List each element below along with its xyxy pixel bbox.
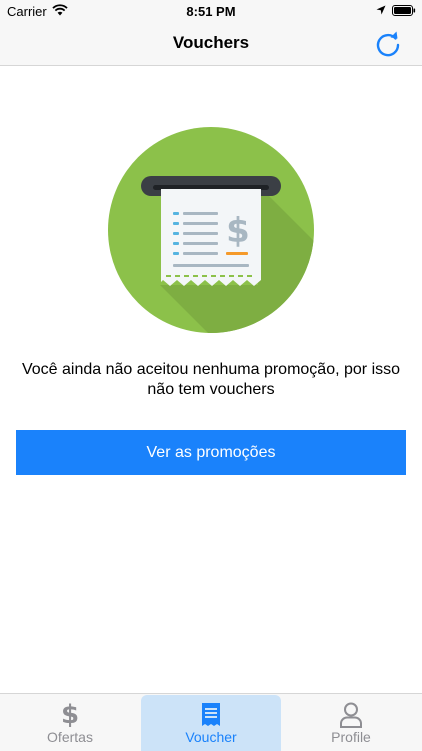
receipt-icon [202, 703, 220, 726]
status-bar: Carrier 8:51 PM [0, 0, 422, 22]
receipt-atm-illustration: $ [108, 127, 314, 333]
tab-ofertas[interactable]: $ Ofertas [0, 695, 140, 751]
navigation-bar: Vouchers [0, 22, 422, 66]
tab-label: Voucher [185, 729, 237, 745]
view-promotions-button[interactable]: Ver as promoções [16, 430, 406, 475]
tab-profile[interactable]: Profile [281, 695, 421, 751]
tab-label: Ofertas [47, 729, 93, 745]
refresh-icon [376, 31, 400, 57]
person-icon [340, 702, 362, 728]
dollar-icon: $ [60, 700, 80, 730]
svg-text:$: $ [226, 211, 250, 251]
status-time: 8:51 PM [186, 4, 236, 19]
tab-bar: $ Ofertas Voucher Profile [0, 693, 422, 751]
page-title: Vouchers [172, 33, 250, 52]
tab-label: Profile [331, 729, 371, 745]
refresh-button[interactable] [372, 28, 404, 60]
battery-icon [392, 5, 416, 16]
empty-state-message: Você ainda não aceitou nenhuma promoção,… [21, 361, 401, 398]
tab-voucher[interactable]: Voucher [141, 695, 281, 751]
location-arrow-icon [376, 5, 386, 15]
